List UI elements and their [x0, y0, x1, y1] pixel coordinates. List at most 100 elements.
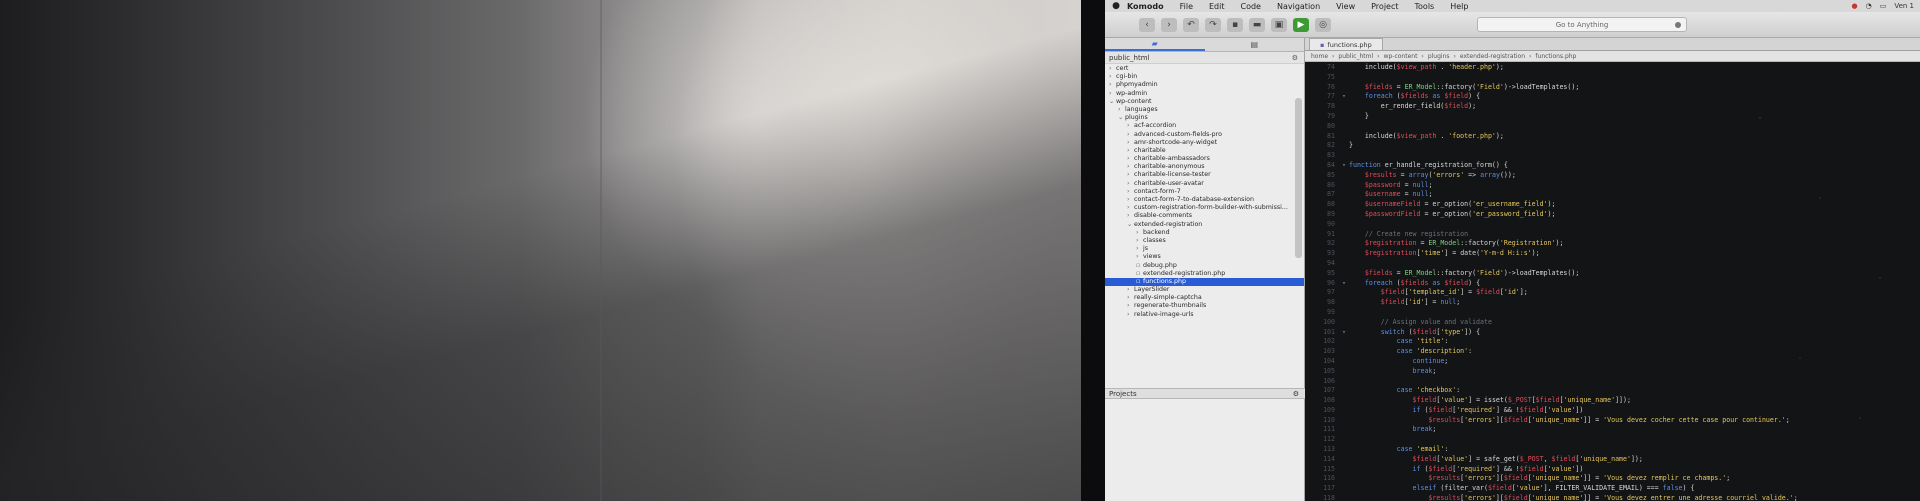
disclosure-arrow-icon[interactable]: › [1127, 204, 1134, 212]
tree-item[interactable]: › amr-shortcode-any-widget [1105, 139, 1304, 147]
tree-item[interactable]: › contact-form-7-to-database-extension [1105, 196, 1304, 204]
run-icon[interactable]: ▶ [1293, 17, 1309, 32]
tree-item[interactable]: › wp-admin [1105, 90, 1304, 98]
menu-code[interactable]: Code [1241, 2, 1261, 11]
disclosure-arrow-icon[interactable]: › [1127, 294, 1134, 302]
back-icon[interactable]: ‹ [1139, 17, 1155, 32]
tab-places[interactable]: ▰ [1105, 38, 1205, 51]
project-root-selector[interactable]: public_html ⚙ [1105, 52, 1304, 64]
tree-item[interactable]: ⌄ wp-content [1105, 98, 1304, 106]
breadcrumb-segment[interactable]: home [1311, 53, 1328, 60]
disclosure-arrow-icon[interactable]: › [1127, 139, 1134, 147]
disclosure-arrow-icon[interactable]: › [1127, 122, 1134, 130]
disclosure-arrow-icon[interactable]: › [1127, 311, 1134, 319]
menu-navigation[interactable]: Navigation [1277, 2, 1320, 11]
fold-toggle-icon[interactable]: ▾ [1339, 161, 1349, 171]
projects-gear-icon[interactable]: ⚙ [1293, 390, 1299, 398]
tree-item[interactable]: › js [1105, 245, 1304, 253]
menu-edit[interactable]: Edit [1209, 2, 1225, 11]
tree-item[interactable]: › really-simple-captcha [1105, 294, 1304, 302]
apple-icon[interactable]: ● [1105, 1, 1127, 11]
save-icon[interactable]: ▣ [1271, 17, 1287, 32]
open-folder-icon[interactable]: ▬ [1249, 17, 1265, 32]
undo-icon[interactable]: ↶ [1183, 17, 1199, 32]
projects-panel-header[interactable]: Projects ⚙ [1105, 388, 1305, 399]
debug-icon[interactable]: ◎ [1315, 17, 1331, 32]
disclosure-arrow-icon[interactable]: › [1118, 106, 1125, 114]
fold-toggle-icon[interactable]: ▾ [1339, 328, 1349, 338]
menu-help[interactable]: Help [1450, 2, 1468, 11]
disclosure-arrow-icon[interactable]: › [1127, 188, 1134, 196]
breadcrumb-segment[interactable]: wp-content [1384, 53, 1418, 60]
menu-file[interactable]: File [1180, 2, 1193, 11]
disclosure-arrow-icon[interactable]: › [1109, 65, 1116, 73]
disclosure-arrow-icon[interactable]: › [1109, 81, 1116, 89]
disclosure-arrow-icon[interactable]: › [1127, 131, 1134, 139]
disclosure-arrow-icon[interactable]: › [1136, 245, 1143, 253]
disclosure-arrow-icon[interactable]: › [1136, 229, 1143, 237]
tree-item[interactable]: ⌄ extended-registration [1105, 221, 1304, 229]
tree-item[interactable]: › disable-comments [1105, 212, 1304, 220]
disclosure-arrow-icon[interactable]: ⌄ [1118, 114, 1125, 122]
menu-view[interactable]: View [1336, 2, 1355, 11]
status-battery-icon[interactable]: ▭ [1880, 2, 1887, 10]
breadcrumb-segment[interactable]: functions.php [1535, 53, 1576, 60]
editor-tab-functions-php[interactable]: ▪ functions.php [1309, 38, 1383, 50]
disclosure-arrow-icon[interactable]: › [1136, 237, 1143, 245]
sidebar-scrollbar[interactable] [1295, 98, 1302, 258]
disclosure-arrow-icon[interactable]: › [1109, 90, 1116, 98]
fold-toggle-icon[interactable]: ▾ [1339, 92, 1349, 102]
disclosure-arrow-icon[interactable]: ⌄ [1109, 98, 1116, 106]
new-file-icon[interactable]: ▪ [1227, 17, 1243, 32]
tree-item[interactable]: ▫ functions.php [1105, 277, 1304, 287]
tree-item[interactable]: › views [1105, 253, 1304, 261]
breadcrumb-segment[interactable]: plugins [1428, 53, 1450, 60]
disclosure-arrow-icon[interactable]: ⌄ [1127, 221, 1134, 229]
go-to-anything-input[interactable]: Go to Anything [1477, 17, 1687, 32]
disclosure-arrow-icon[interactable]: › [1127, 196, 1134, 204]
tree-item[interactable]: ▫ debug.php [1105, 262, 1304, 270]
disclosure-arrow-icon[interactable]: › [1127, 155, 1134, 163]
tree-item[interactable]: ▫ extended-registration.php [1105, 270, 1304, 278]
tree-item[interactable]: › cert [1105, 65, 1304, 73]
disclosure-arrow-icon[interactable]: › [1127, 163, 1134, 171]
tree-item[interactable]: › charitable-license-tester [1105, 171, 1304, 179]
breadcrumb-segment[interactable]: extended-registration [1460, 53, 1525, 60]
search-options-icon[interactable] [1675, 22, 1681, 28]
fold-toggle-icon[interactable]: ▾ [1339, 279, 1349, 289]
status-record-icon[interactable]: ● [1851, 2, 1857, 10]
tree-item[interactable]: › LayerSlider [1105, 286, 1304, 294]
status-wifi-icon[interactable]: ◔ [1866, 2, 1872, 10]
forward-icon[interactable]: › [1161, 17, 1177, 32]
tree-item[interactable]: › cgi-bin [1105, 73, 1304, 81]
tree-item[interactable]: › relative-image-urls [1105, 311, 1304, 319]
menubar-clock[interactable]: Ven 1 [1894, 2, 1914, 10]
disclosure-arrow-icon[interactable]: › [1127, 286, 1134, 294]
tree-item[interactable]: › custom-registration-form-builder-with-s… [1105, 204, 1304, 212]
tree-item[interactable]: › charitable-user-avatar [1105, 180, 1304, 188]
menu-tools[interactable]: Tools [1415, 2, 1435, 11]
disclosure-arrow-icon[interactable]: › [1127, 147, 1134, 155]
disclosure-arrow-icon[interactable]: › [1127, 212, 1134, 220]
tree-item[interactable]: › charitable [1105, 147, 1304, 155]
tree-item[interactable]: › charitable-ambassadors [1105, 155, 1304, 163]
disclosure-arrow-icon[interactable]: › [1127, 180, 1134, 188]
tree-item[interactable]: › regenerate-thumbnails [1105, 302, 1304, 310]
disclosure-arrow-icon[interactable]: › [1127, 171, 1134, 179]
disclosure-arrow-icon[interactable]: › [1127, 302, 1134, 310]
tree-item[interactable]: › phpmyadmin [1105, 81, 1304, 89]
tab-code[interactable]: ▤ [1205, 38, 1305, 51]
tree-item[interactable]: › classes [1105, 237, 1304, 245]
disclosure-arrow-icon[interactable]: › [1136, 253, 1143, 261]
menu-project[interactable]: Project [1371, 2, 1398, 11]
menu-app-name[interactable]: Komodo [1127, 2, 1164, 11]
tree-item[interactable]: › advanced-custom-fields-pro [1105, 131, 1304, 139]
tree-item[interactable]: › backend [1105, 229, 1304, 237]
tree-item[interactable]: › acf-accordion [1105, 122, 1304, 130]
tree-item[interactable]: › languages [1105, 106, 1304, 114]
breadcrumb-segment[interactable]: public_html [1338, 53, 1373, 60]
gear-icon[interactable]: ⚙ [1292, 54, 1298, 62]
tree-item[interactable]: › contact-form-7 [1105, 188, 1304, 196]
disclosure-arrow-icon[interactable]: › [1109, 73, 1116, 81]
tree-item[interactable]: › charitable-anonymous [1105, 163, 1304, 171]
